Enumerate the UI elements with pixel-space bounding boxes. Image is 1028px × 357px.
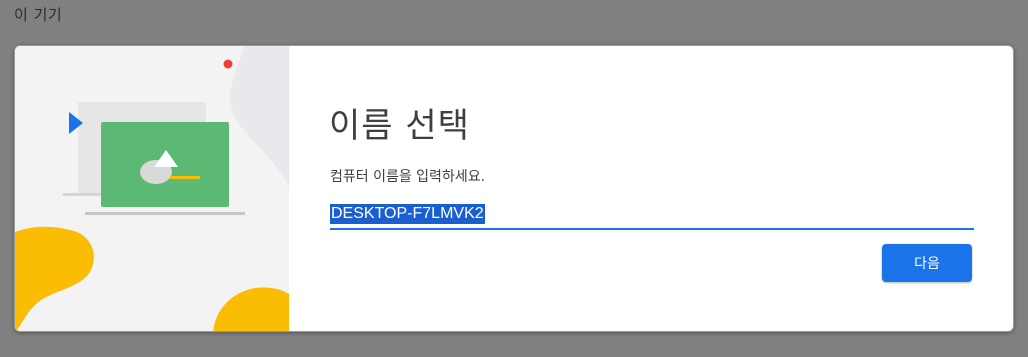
yellow-blob-right <box>213 287 289 331</box>
dialog-content: 이름 선택 컴퓨터 이름을 입력하세요. DESKTOP-F7LMVK2 다음 <box>289 46 1013 331</box>
device-illustration <box>15 46 289 331</box>
computer-name-value[interactable]: DESKTOP-F7LMVK2 <box>330 204 485 224</box>
computer-name-input[interactable]: DESKTOP-F7LMVK2 <box>330 202 974 230</box>
yellow-blob-left <box>15 226 94 331</box>
background-shape <box>229 46 289 186</box>
choose-name-dialog: 이름 선택 컴퓨터 이름을 입력하세요. DESKTOP-F7LMVK2 다음 <box>14 45 1014 332</box>
next-button[interactable]: 다음 <box>882 244 972 282</box>
window-title: 이 기기 <box>14 6 63 24</box>
laptop-base <box>85 212 245 215</box>
red-dot <box>223 59 233 69</box>
dialog-subtitle: 컴퓨터 이름을 입력하세요. <box>330 169 486 185</box>
dialog-title: 이름 선택 <box>329 106 470 146</box>
screen-line <box>170 176 200 179</box>
